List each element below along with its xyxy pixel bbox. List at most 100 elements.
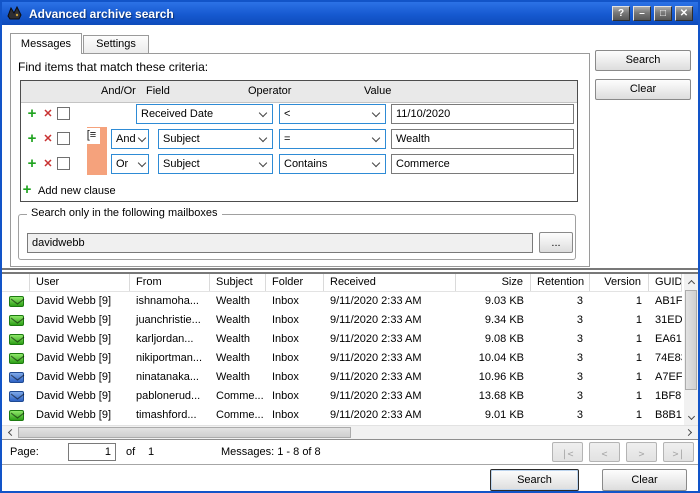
add-row-icon[interactable]: + <box>25 154 39 174</box>
cell-retention: 3 <box>531 292 590 311</box>
scroll-left-icon[interactable] <box>2 426 18 439</box>
table-row[interactable]: David Webb [9] ishnamoha... Wealth Inbox… <box>2 292 682 311</box>
envelope-icon <box>9 353 24 364</box>
header-user[interactable]: User <box>30 274 130 291</box>
vertical-scrollbar[interactable] <box>684 274 698 425</box>
clause-group-icon[interactable]: [≡ <box>83 128 100 144</box>
cell-from: karljordan... <box>130 330 210 349</box>
value-input[interactable] <box>391 104 574 124</box>
row-checkbox[interactable] <box>57 107 70 120</box>
cell-received: 9/11/2020 2:33 AM <box>324 406 456 425</box>
cell-from: ninatanaka... <box>130 368 210 387</box>
field-value: Received Date <box>141 105 213 123</box>
header-value: Value <box>364 81 391 102</box>
header-from[interactable]: From <box>130 274 210 291</box>
mailboxes-input[interactable] <box>27 233 533 253</box>
maximize-icon[interactable]: □ <box>654 6 672 21</box>
tab-messages[interactable]: Messages <box>10 33 82 54</box>
search-button-bottom[interactable]: Search <box>490 469 579 491</box>
table-row[interactable]: David Webb [9] ninatanaka... Wealth Inbo… <box>2 368 682 387</box>
of-label: of <box>126 440 135 464</box>
delete-row-icon[interactable]: ✕ <box>41 104 55 124</box>
cell-folder: Inbox <box>266 406 324 425</box>
header-guid[interactable]: GUID <box>649 274 682 291</box>
help-icon[interactable]: ? <box>612 6 630 21</box>
header-field: Field <box>146 81 170 102</box>
delete-row-icon[interactable]: ✕ <box>41 154 55 174</box>
search-button-top[interactable]: Search <box>595 50 691 71</box>
cell-size: 9.08 KB <box>456 330 531 349</box>
header-subject[interactable]: Subject <box>210 274 266 291</box>
field-dropdown[interactable]: Subject <box>158 154 273 174</box>
add-row-icon[interactable]: + <box>25 104 39 124</box>
browse-mailboxes-button[interactable]: ... <box>539 232 573 253</box>
table-row[interactable]: David Webb [9] juanchristie... Wealth In… <box>2 311 682 330</box>
mailboxes-label: Search only in the following mailboxes <box>27 207 222 219</box>
field-dropdown[interactable]: Received Date <box>136 104 273 124</box>
chevron-down-icon <box>259 134 267 142</box>
horizontal-scrollbar[interactable] <box>2 425 698 439</box>
operator-dropdown[interactable]: < <box>279 104 386 124</box>
add-new-clause-button[interactable]: +Add new clause <box>20 182 116 198</box>
field-dropdown[interactable]: Subject <box>158 129 273 149</box>
value-input[interactable] <box>391 129 574 149</box>
header-received[interactable]: Received <box>324 274 456 291</box>
operator-dropdown[interactable]: = <box>279 129 386 149</box>
cell-version: 1 <box>590 292 649 311</box>
cell-size: 10.96 KB <box>456 368 531 387</box>
clear-button-top[interactable]: Clear <box>595 79 691 100</box>
cell-retention: 3 <box>531 330 590 349</box>
cell-version: 1 <box>590 330 649 349</box>
cell-subject: Comme... <box>210 406 266 425</box>
page-input[interactable] <box>68 443 116 461</box>
and-or-dropdown[interactable]: And <box>111 129 149 149</box>
vertical-scrollbar-thumb[interactable] <box>685 290 697 390</box>
envelope-icon <box>9 296 24 307</box>
cell-from: timashford... <box>130 406 210 425</box>
header-folder[interactable]: Folder <box>266 274 324 291</box>
clear-button-bottom[interactable]: Clear <box>602 469 687 491</box>
horizontal-scrollbar-thumb[interactable] <box>18 427 351 438</box>
value-input[interactable] <box>391 154 574 174</box>
header-icon-column[interactable] <box>2 274 30 291</box>
scroll-right-icon[interactable] <box>682 426 698 439</box>
operator-dropdown[interactable]: Contains <box>279 154 386 174</box>
add-row-icon[interactable]: + <box>25 129 39 149</box>
messages-summary: Messages: 1 - 8 of 8 <box>221 440 321 464</box>
table-row[interactable]: David Webb [9] karljordan... Wealth Inbo… <box>2 330 682 349</box>
cell-guid: B8B12 <box>649 406 682 425</box>
and-or-value: Or <box>116 155 128 173</box>
close-icon[interactable]: ✕ <box>675 6 693 21</box>
scroll-up-icon[interactable] <box>684 274 698 289</box>
cell-size: 9.34 KB <box>456 311 531 330</box>
and-or-dropdown[interactable]: Or <box>111 154 149 174</box>
row-checkbox[interactable] <box>57 132 70 145</box>
cell-folder: Inbox <box>266 349 324 368</box>
delete-row-icon[interactable]: ✕ <box>41 129 55 149</box>
title-bar[interactable]: Advanced archive search ? – □ ✕ <box>2 2 698 25</box>
envelope-icon <box>9 410 24 421</box>
last-page-button[interactable]: >| <box>663 442 694 462</box>
cell-version: 1 <box>590 387 649 406</box>
first-page-button[interactable]: |< <box>552 442 583 462</box>
minimize-icon[interactable]: – <box>633 6 651 21</box>
and-or-value: And <box>116 130 136 148</box>
header-version[interactable]: Version <box>590 274 649 291</box>
next-page-button[interactable]: > <box>626 442 657 462</box>
cell-subject: Wealth <box>210 311 266 330</box>
scroll-down-icon[interactable] <box>684 410 698 425</box>
footer-bar: Search Clear <box>2 464 698 491</box>
header-and-or: And/Or <box>101 81 136 102</box>
row-checkbox[interactable] <box>57 157 70 170</box>
prev-page-button[interactable]: < <box>589 442 620 462</box>
mailboxes-groupbox: Search only in the following mailboxes .… <box>18 214 576 260</box>
page-count: 1 <box>148 440 154 464</box>
cell-version: 1 <box>590 349 649 368</box>
table-row[interactable]: David Webb [9] pablonerud... Comme... In… <box>2 387 682 406</box>
table-row[interactable]: David Webb [9] timashford... Comme... In… <box>2 406 682 425</box>
header-size[interactable]: Size <box>456 274 531 291</box>
header-operator: Operator <box>248 81 291 102</box>
tab-settings[interactable]: Settings <box>83 35 149 53</box>
header-retention[interactable]: Retention <box>531 274 590 291</box>
table-row[interactable]: David Webb [9] nikiportman... Wealth Inb… <box>2 349 682 368</box>
